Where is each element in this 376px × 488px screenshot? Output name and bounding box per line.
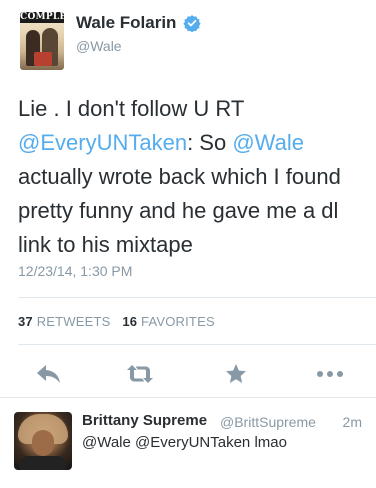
tweet-stats: 37 RETWEETS 16 FAVORITES: [18, 314, 215, 329]
reply-icon: [37, 365, 60, 383]
avatar[interactable]: COMPLEX: [20, 12, 64, 70]
avatar-magazine-label: COMPLEX: [20, 12, 64, 23]
verified-badge-icon: [183, 15, 201, 32]
reply-handle[interactable]: @BrittSupreme: [220, 414, 316, 430]
divider: [18, 297, 376, 298]
mention-link[interactable]: @Wale: [232, 130, 304, 155]
favorite-button[interactable]: [220, 360, 252, 388]
reply-text: @Wale @EveryUNTaken lmao: [82, 434, 287, 451]
divider: [18, 344, 376, 345]
handle[interactable]: @Wale: [76, 38, 122, 54]
star-icon: [226, 364, 246, 383]
retweet-button[interactable]: [124, 360, 156, 388]
reply-display-name[interactable]: Brittany Supreme: [82, 412, 207, 429]
retweet-icon: [127, 365, 153, 383]
tweet-actions: [0, 360, 376, 388]
favorites-count: 16: [122, 314, 138, 329]
tweet-text: Lie . I don't follow U RT @EveryUNTaken:…: [18, 96, 341, 257]
tweet-header: COMPLEX Wale Folarin @Wale: [20, 12, 360, 72]
display-name[interactable]: Wale Folarin: [76, 13, 176, 33]
reply-tweet[interactable]: Brittany Supreme @BrittSupreme 2m @Wale …: [0, 398, 376, 488]
reply-avatar[interactable]: [14, 412, 72, 470]
reply-button[interactable]: [33, 360, 65, 388]
mention-link[interactable]: @EveryUNTaken: [18, 130, 187, 155]
more-dots-icon: [317, 371, 343, 377]
timestamp: 12/23/14, 1:30 PM: [18, 263, 133, 279]
reply-timestamp: 2m: [342, 414, 362, 430]
retweets-count: 37: [18, 314, 33, 329]
favorites-stat[interactable]: 16 FAVORITES: [122, 314, 214, 329]
favorites-label: FAVORITES: [141, 314, 215, 329]
retweets-stat[interactable]: 37 RETWEETS: [18, 314, 111, 329]
retweets-label: RETWEETS: [36, 314, 111, 329]
more-button[interactable]: [314, 360, 346, 388]
